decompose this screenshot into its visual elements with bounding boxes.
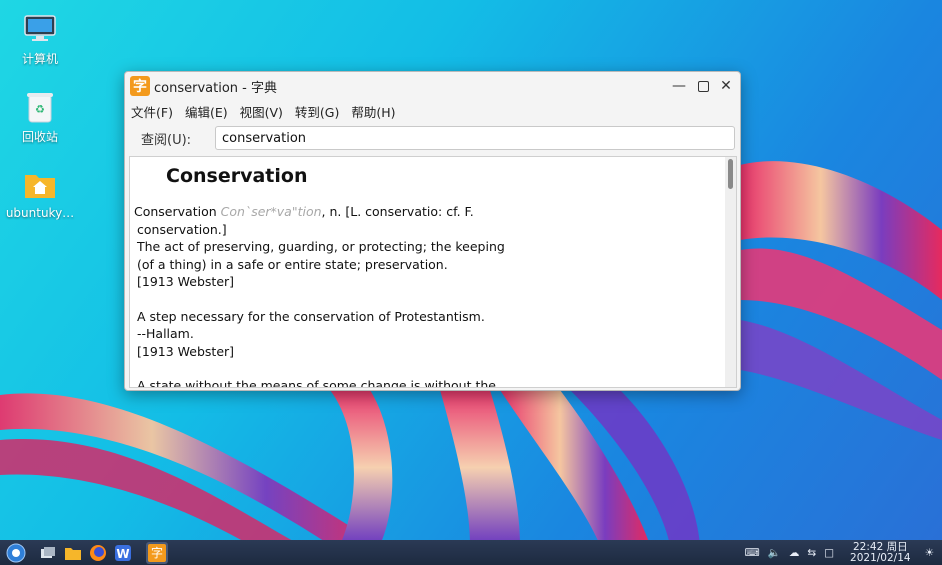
maximize-button[interactable]: [692, 76, 714, 96]
desktop-icon-trash[interactable]: ♻ 回收站: [0, 90, 80, 145]
lookup-row: 查阅(U):: [125, 122, 740, 154]
headword: Conservation: [166, 165, 308, 187]
taskbar: W 字 ⌨ 🔈 ☁ ⇆ □ 22:42 周日 2021/02/14 ☀: [0, 540, 942, 565]
definition-view[interactable]: Conservation Conservation Con`ser*va"tio…: [129, 156, 737, 388]
file-manager-button[interactable]: [62, 542, 84, 564]
start-menu-icon: [6, 543, 26, 562]
lookup-input[interactable]: [215, 126, 735, 150]
menu-file[interactable]: 文件(F): [131, 102, 173, 121]
volume-icon[interactable]: 🔈: [768, 546, 781, 559]
pronunciation: Con`ser*va"tion: [220, 204, 322, 219]
desktop-icon-label: ubuntuky…: [5, 206, 75, 220]
night-mode-icon[interactable]: ☀: [925, 547, 934, 559]
notification-icon[interactable]: □: [824, 547, 834, 559]
desktop-icon-label: 回收站: [21, 130, 58, 144]
close-button[interactable]: ✕: [715, 76, 737, 96]
minimize-icon: —: [672, 78, 686, 94]
wps-button[interactable]: W: [112, 542, 134, 564]
desktop-icon-home[interactable]: ubuntuky…: [0, 168, 80, 220]
cloud-icon[interactable]: ☁: [789, 547, 800, 559]
menu-bar: 文件(F) 编辑(E) 视图(V) 转到(G) 帮助(H): [125, 100, 740, 122]
entry-line: Conservation Con`ser*va"tion, n. [L. con…: [134, 203, 716, 221]
dictionary-window: 字 conservation - 字典 — ✕ 文件(F) 编辑(E) 视图(V…: [124, 71, 741, 391]
start-menu-button[interactable]: [5, 542, 27, 564]
close-icon: ✕: [720, 78, 732, 94]
example-line: A state without the means of some change…: [137, 378, 496, 388]
title-bar[interactable]: 字 conservation - 字典 — ✕: [125, 72, 740, 100]
entry-word: Conservation: [134, 204, 217, 219]
keyboard-icon[interactable]: ⌨: [745, 547, 760, 559]
clock-time: 22:42 周日: [853, 540, 908, 553]
svg-text:♻: ♻: [35, 103, 45, 116]
firefox-icon: [90, 544, 106, 561]
dictionary-app-icon: 字: [148, 543, 166, 562]
trash-icon: ♻: [23, 90, 57, 124]
lookup-label: 查阅(U):: [141, 132, 192, 148]
source-citation: [1913 Webster]: [137, 343, 235, 359]
definition-line: The act of preserving, guarding, or prot…: [137, 239, 505, 254]
minimize-button[interactable]: —: [668, 76, 690, 96]
vertical-scrollbar[interactable]: [725, 157, 736, 387]
network-icon[interactable]: ⇆: [807, 547, 816, 559]
definition-line: (of a thing) in a safe or entire state; …: [137, 256, 448, 272]
menu-view[interactable]: 视图(V): [240, 102, 283, 121]
menu-go[interactable]: 转到(G): [295, 102, 339, 121]
clock-date: 2021/02/14: [850, 551, 911, 564]
maximize-icon: [697, 80, 709, 92]
menu-edit[interactable]: 编辑(E): [185, 102, 228, 121]
folder-icon: [65, 547, 81, 560]
svg-text:W: W: [116, 547, 129, 561]
firefox-button[interactable]: [87, 542, 109, 564]
clock[interactable]: 22:42 周日 2021/02/14: [850, 540, 911, 564]
desktop-icon-label: 计算机: [21, 52, 58, 66]
show-desktop-button[interactable]: [37, 542, 59, 564]
example-author: --Hallam.: [137, 326, 194, 341]
system-tray: ⌨ 🔈 ☁ ⇆ □ 22:42 周日 2021/02/14 ☀: [741, 540, 942, 565]
menu-help[interactable]: 帮助(H): [351, 102, 395, 121]
window-title: conservation - 字典: [154, 80, 277, 96]
etymology: , n. [L. conservatio: cf. F.: [321, 204, 474, 219]
example-line: A step necessary for the conservation of…: [137, 308, 485, 324]
dictionary-app-icon: 字: [130, 76, 150, 96]
source-citation: [1913 Webster]: [137, 274, 235, 289]
scrollbar-thumb[interactable]: [728, 159, 733, 189]
home-folder-icon: [23, 168, 57, 202]
computer-icon: [23, 12, 57, 46]
entry-line: conservation.]: [137, 221, 227, 237]
taskbar-dictionary-button[interactable]: 字: [146, 541, 168, 564]
windows-icon: [41, 546, 55, 558]
wps-writer-icon: W: [115, 544, 131, 561]
desktop-icon-computer[interactable]: 计算机: [0, 12, 80, 67]
